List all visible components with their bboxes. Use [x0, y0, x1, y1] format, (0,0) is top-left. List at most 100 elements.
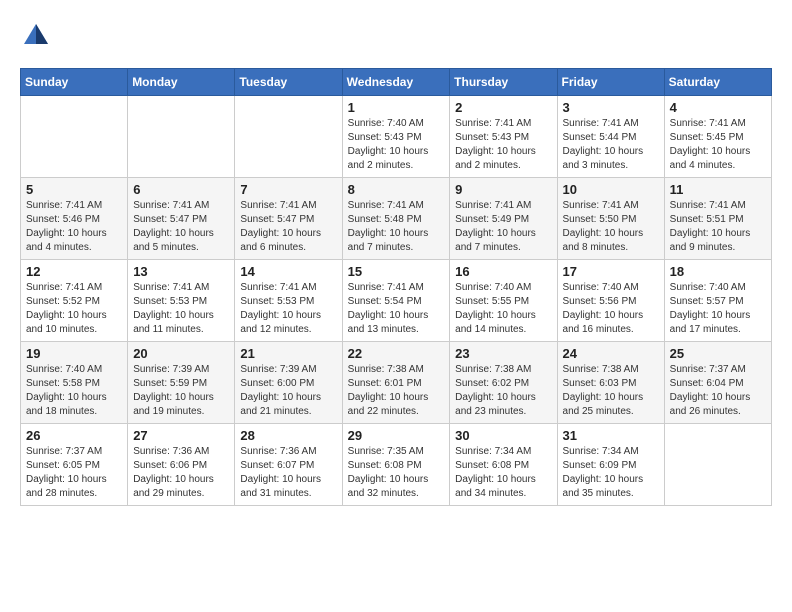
day-number: 30 — [455, 428, 551, 443]
day-cell: 12 Sunrise: 7:41 AM Sunset: 5:52 PM Dayli… — [21, 260, 128, 342]
day-number: 17 — [563, 264, 659, 279]
day-number: 19 — [26, 346, 122, 361]
day-info: Sunrise: 7:40 AM Sunset: 5:56 PM Dayligh… — [563, 281, 659, 337]
day-info: Sunrise: 7:37 AM Sunset: 6:04 PM Dayligh… — [670, 363, 766, 419]
day-info: Sunrise: 7:34 AM Sunset: 6:09 PM Dayligh… — [563, 445, 659, 501]
day-cell: 13 Sunrise: 7:41 AM Sunset: 5:53 PM Dayli… — [128, 260, 235, 342]
day-cell: 23 Sunrise: 7:38 AM Sunset: 6:02 PM Dayli… — [450, 342, 557, 424]
day-cell: 8Sunrise: 7:41 AM Sunset: 5:48 PM Daylig… — [342, 178, 450, 260]
header-friday: Friday — [557, 69, 664, 96]
day-info: Sunrise: 7:38 AM Sunset: 6:01 PM Dayligh… — [348, 363, 445, 419]
day-cell: 16 Sunrise: 7:40 AM Sunset: 5:55 PM Dayli… — [450, 260, 557, 342]
day-info: Sunrise: 7:41 AM Sunset: 5:53 PM Dayligh… — [240, 281, 336, 337]
day-info: Sunrise: 7:41 AM Sunset: 5:51 PM Dayligh… — [670, 199, 766, 255]
day-info: Sunrise: 7:41 AM Sunset: 5:49 PM Dayligh… — [455, 199, 551, 255]
day-cell: 15 Sunrise: 7:41 AM Sunset: 5:54 PM Dayli… — [342, 260, 450, 342]
day-number: 27 — [133, 428, 229, 443]
week-row-5: 26 Sunrise: 7:37 AM Sunset: 6:05 PM Dayli… — [21, 424, 772, 506]
week-row-4: 19Sunrise: 7:40 AM Sunset: 5:58 PM Dayli… — [21, 342, 772, 424]
day-number: 13 — [133, 264, 229, 279]
page-header — [20, 20, 772, 52]
day-cell: 6 Sunrise: 7:41 AM Sunset: 5:47 PM Daylig… — [128, 178, 235, 260]
day-info: Sunrise: 7:41 AM Sunset: 5:45 PM Dayligh… — [670, 117, 766, 173]
day-cell: 18 Sunrise: 7:40 AM Sunset: 5:57 PM Dayli… — [664, 260, 771, 342]
day-number: 23 — [455, 346, 551, 361]
day-number: 20 — [133, 346, 229, 361]
day-cell: 17 Sunrise: 7:40 AM Sunset: 5:56 PM Dayli… — [557, 260, 664, 342]
day-info: Sunrise: 7:35 AM Sunset: 6:08 PM Dayligh… — [348, 445, 445, 501]
day-info: Sunrise: 7:40 AM Sunset: 5:55 PM Dayligh… — [455, 281, 551, 337]
day-cell — [21, 96, 128, 178]
day-number: 9 — [455, 182, 551, 197]
calendar-table: SundayMondayTuesdayWednesdayThursdayFrid… — [20, 68, 772, 506]
header-tuesday: Tuesday — [235, 69, 342, 96]
day-number: 14 — [240, 264, 336, 279]
day-info: Sunrise: 7:36 AM Sunset: 6:07 PM Dayligh… — [240, 445, 336, 501]
week-row-1: 1Sunrise: 7:40 AM Sunset: 5:43 PM Daylig… — [21, 96, 772, 178]
day-cell: 21 Sunrise: 7:39 AM Sunset: 6:00 PM Dayli… — [235, 342, 342, 424]
day-info: Sunrise: 7:41 AM Sunset: 5:44 PM Dayligh… — [563, 117, 659, 173]
day-number: 25 — [670, 346, 766, 361]
day-info: Sunrise: 7:36 AM Sunset: 6:06 PM Dayligh… — [133, 445, 229, 501]
day-info: Sunrise: 7:41 AM Sunset: 5:54 PM Dayligh… — [348, 281, 445, 337]
header-sunday: Sunday — [21, 69, 128, 96]
day-number: 22 — [348, 346, 445, 361]
day-cell: 14 Sunrise: 7:41 AM Sunset: 5:53 PM Dayli… — [235, 260, 342, 342]
day-cell: 25 Sunrise: 7:37 AM Sunset: 6:04 PM Dayli… — [664, 342, 771, 424]
day-cell: 27 Sunrise: 7:36 AM Sunset: 6:06 PM Dayli… — [128, 424, 235, 506]
day-cell: 24Sunrise: 7:38 AM Sunset: 6:03 PM Dayli… — [557, 342, 664, 424]
day-number: 29 — [348, 428, 445, 443]
day-cell — [128, 96, 235, 178]
day-cell: 5 Sunrise: 7:41 AM Sunset: 5:46 PM Daylig… — [21, 178, 128, 260]
day-cell: 22 Sunrise: 7:38 AM Sunset: 6:01 PM Dayli… — [342, 342, 450, 424]
day-info: Sunrise: 7:41 AM Sunset: 5:48 PM Dayligh… — [348, 199, 445, 255]
day-cell: 9 Sunrise: 7:41 AM Sunset: 5:49 PM Daylig… — [450, 178, 557, 260]
day-cell: 30Sunrise: 7:34 AM Sunset: 6:08 PM Dayli… — [450, 424, 557, 506]
day-info: Sunrise: 7:41 AM Sunset: 5:53 PM Dayligh… — [133, 281, 229, 337]
week-row-2: 5 Sunrise: 7:41 AM Sunset: 5:46 PM Daylig… — [21, 178, 772, 260]
day-info: Sunrise: 7:39 AM Sunset: 6:00 PM Dayligh… — [240, 363, 336, 419]
day-info: Sunrise: 7:41 AM Sunset: 5:50 PM Dayligh… — [563, 199, 659, 255]
day-info: Sunrise: 7:41 AM Sunset: 5:47 PM Dayligh… — [133, 199, 229, 255]
logo — [20, 20, 56, 52]
day-info: Sunrise: 7:39 AM Sunset: 5:59 PM Dayligh… — [133, 363, 229, 419]
day-number: 26 — [26, 428, 122, 443]
day-number: 12 — [26, 264, 122, 279]
day-number: 16 — [455, 264, 551, 279]
day-cell: 4 Sunrise: 7:41 AM Sunset: 5:45 PM Daylig… — [664, 96, 771, 178]
day-cell — [664, 424, 771, 506]
day-number: 21 — [240, 346, 336, 361]
day-number: 2 — [455, 100, 551, 115]
day-cell: 20 Sunrise: 7:39 AM Sunset: 5:59 PM Dayli… — [128, 342, 235, 424]
day-info: Sunrise: 7:41 AM Sunset: 5:52 PM Dayligh… — [26, 281, 122, 337]
day-number: 4 — [670, 100, 766, 115]
day-cell: 10Sunrise: 7:41 AM Sunset: 5:50 PM Dayli… — [557, 178, 664, 260]
day-cell: 3Sunrise: 7:41 AM Sunset: 5:44 PM Daylig… — [557, 96, 664, 178]
day-cell: 19Sunrise: 7:40 AM Sunset: 5:58 PM Dayli… — [21, 342, 128, 424]
day-number: 31 — [563, 428, 659, 443]
day-info: Sunrise: 7:38 AM Sunset: 6:02 PM Dayligh… — [455, 363, 551, 419]
logo-icon — [20, 20, 52, 52]
day-cell: 1Sunrise: 7:40 AM Sunset: 5:43 PM Daylig… — [342, 96, 450, 178]
day-number: 15 — [348, 264, 445, 279]
day-cell: 31 Sunrise: 7:34 AM Sunset: 6:09 PM Dayli… — [557, 424, 664, 506]
day-cell: 28Sunrise: 7:36 AM Sunset: 6:07 PM Dayli… — [235, 424, 342, 506]
day-cell: 26 Sunrise: 7:37 AM Sunset: 6:05 PM Dayli… — [21, 424, 128, 506]
day-cell — [235, 96, 342, 178]
day-number: 5 — [26, 182, 122, 197]
header-monday: Monday — [128, 69, 235, 96]
day-info: Sunrise: 7:41 AM Sunset: 5:46 PM Dayligh… — [26, 199, 122, 255]
day-number: 11 — [670, 182, 766, 197]
day-info: Sunrise: 7:40 AM Sunset: 5:57 PM Dayligh… — [670, 281, 766, 337]
week-row-3: 12 Sunrise: 7:41 AM Sunset: 5:52 PM Dayli… — [21, 260, 772, 342]
day-cell: 11 Sunrise: 7:41 AM Sunset: 5:51 PM Dayli… — [664, 178, 771, 260]
header-saturday: Saturday — [664, 69, 771, 96]
day-info: Sunrise: 7:40 AM Sunset: 5:43 PM Dayligh… — [348, 117, 445, 173]
header-wednesday: Wednesday — [342, 69, 450, 96]
day-number: 6 — [133, 182, 229, 197]
day-number: 18 — [670, 264, 766, 279]
day-info: Sunrise: 7:37 AM Sunset: 6:05 PM Dayligh… — [26, 445, 122, 501]
day-cell: 7Sunrise: 7:41 AM Sunset: 5:47 PM Daylig… — [235, 178, 342, 260]
header-thursday: Thursday — [450, 69, 557, 96]
day-info: Sunrise: 7:41 AM Sunset: 5:47 PM Dayligh… — [240, 199, 336, 255]
